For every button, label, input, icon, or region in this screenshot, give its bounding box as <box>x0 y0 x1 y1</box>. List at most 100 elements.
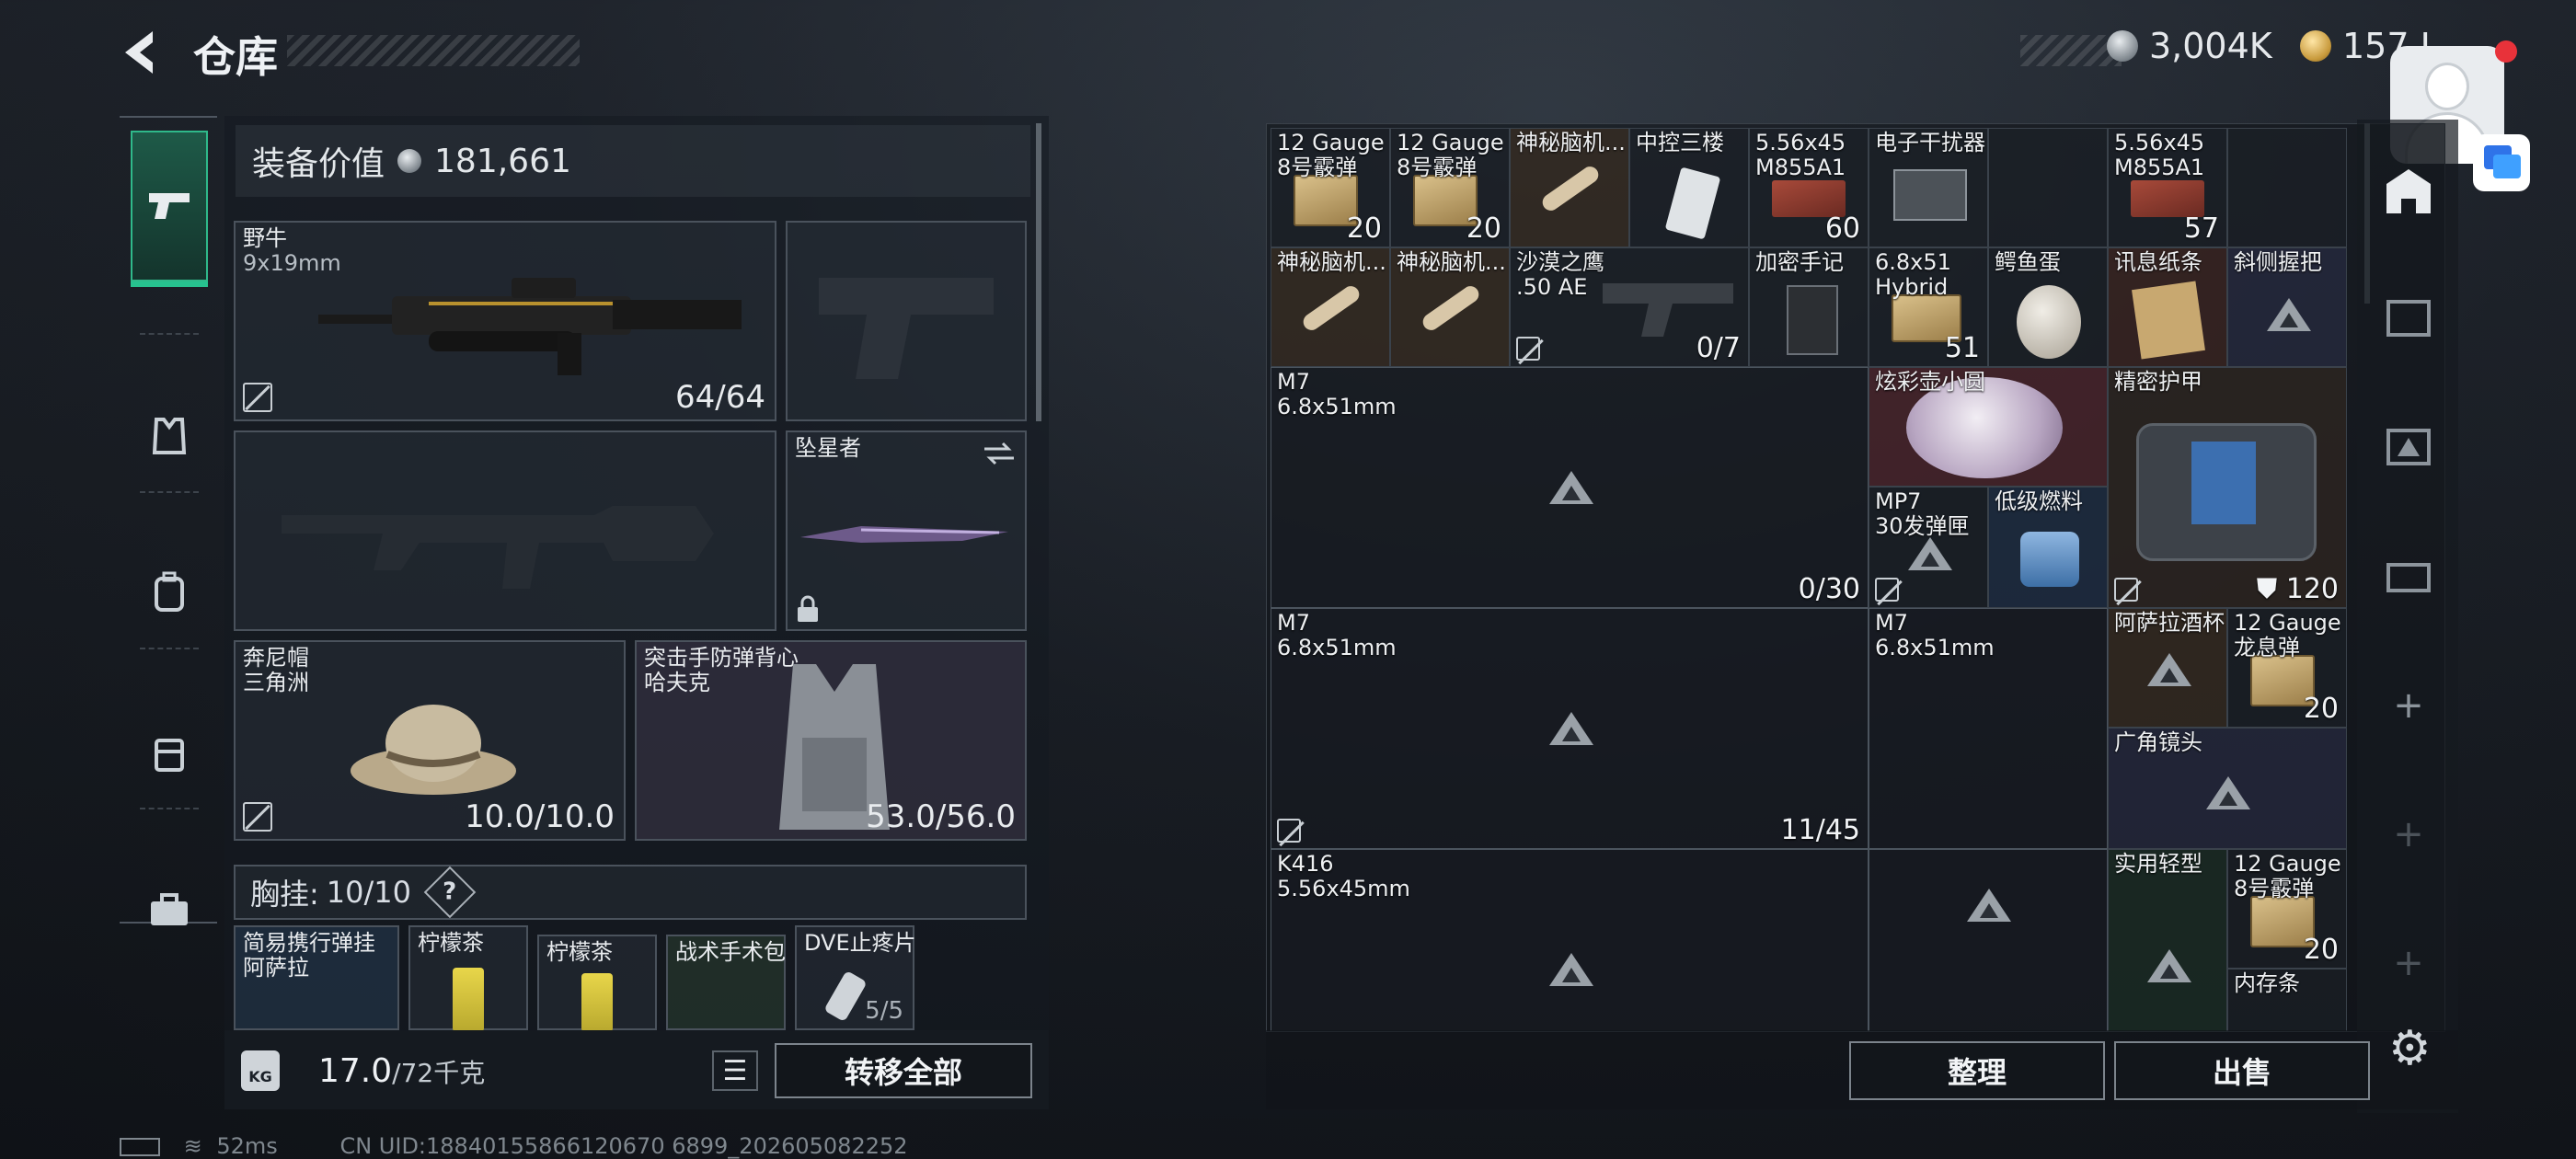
grid-item[interactable]: M7 6.8x51mm 11/45 <box>1271 608 1869 849</box>
grid-item[interactable]: M7 6.8x51mm 0/30 <box>1271 367 1869 608</box>
silver-currency[interactable]: 3,004K <box>2107 26 2272 66</box>
grid-item[interactable]: 神秘脑机... <box>1510 128 1629 247</box>
add-tab-icon[interactable]: + <box>2383 684 2434 736</box>
placeholder-triangle-icon <box>2147 653 2191 686</box>
lock-icon <box>798 595 818 622</box>
brain-chip-image <box>1539 163 1602 214</box>
armor-slot[interactable]: 突击手防弹背心 哈夫克 53.0/56.0 <box>635 640 1027 841</box>
uid-text: CN UID:18840155866120670 6899_2026050822… <box>339 1133 908 1159</box>
grid-item[interactable]: 阿萨拉酒杯 <box>2108 608 2227 728</box>
empty-cell[interactable] <box>1988 128 2108 247</box>
grid-item[interactable]: 电子干扰器 <box>1869 128 1988 247</box>
grid-item[interactable]: 低级燃料 <box>1988 487 2108 608</box>
sell-button[interactable]: 出售 <box>2114 1041 2370 1100</box>
grid-item[interactable]: 中控三楼 <box>1629 128 1749 247</box>
help-icon[interactable]: ? <box>423 866 477 919</box>
page-title: 仓库 <box>193 32 278 82</box>
no-insure-icon <box>2114 578 2138 602</box>
grid-item[interactable]: 12 Gauge 8号霰弹 20 <box>2227 849 2347 969</box>
organize-button[interactable]: 整理 <box>1849 1041 2105 1100</box>
grid-item[interactable]: 广角镜头 <box>2108 728 2347 849</box>
chest-item-name: 简易携行弹挂 阿萨拉 <box>243 930 375 981</box>
no-insure-icon <box>243 383 272 412</box>
grid-item[interactable]: 5.56x45 M855A1 57 <box>2108 128 2227 247</box>
grid-item[interactable]: M7 6.8x51mm <box>1869 608 2108 849</box>
grid-item[interactable]: 实用轻型 <box>2108 849 2227 1031</box>
gold-coin-icon <box>2300 30 2331 62</box>
grid-item[interactable]: K416 5.56x45mm <box>1271 849 1869 1031</box>
grid-item[interactable]: 5.56x45 M855A1 60 <box>1749 128 1869 247</box>
grid-item[interactable]: 12 Gauge 8号霰弹 20 <box>1271 128 1390 247</box>
chest-item-name: DVE止疼片 <box>804 930 916 956</box>
gear-icon[interactable]: ⚙ <box>2388 1021 2440 1076</box>
placeholder-triangle-icon <box>1549 712 1593 745</box>
nav-case[interactable] <box>131 872 208 949</box>
melee-slot[interactable]: 坠星者 <box>786 430 1027 631</box>
equipment-value-label: 装备价值 <box>252 145 385 183</box>
storage-tab-1-icon[interactable] <box>2383 291 2434 342</box>
grid-item[interactable]: 鳄鱼蛋 <box>1988 247 2108 367</box>
jammer-image <box>1893 169 1967 221</box>
fuel-can-image <box>2020 532 2079 587</box>
grid-item[interactable]: 12 Gauge 龙息弹 20 <box>2227 608 2347 728</box>
placeholder-triangle-icon <box>2267 298 2311 331</box>
chat-icon[interactable] <box>2473 134 2530 191</box>
back-icon[interactable] <box>118 28 164 77</box>
nav-pouch[interactable] <box>131 714 208 791</box>
primary-weapon-name: 野牛 <box>243 225 287 251</box>
knife-image <box>800 526 1008 543</box>
nav-weapons[interactable] <box>131 131 208 281</box>
storage-tab-3-icon[interactable] <box>2383 548 2434 600</box>
placeholder-triangle-icon <box>1967 889 2011 922</box>
secondary-weapon-slot[interactable] <box>234 430 776 631</box>
grid-item[interactable]: 精密护甲 ⛊ 120 <box>2108 367 2347 608</box>
add-tab-icon[interactable]: + <box>2383 813 2434 865</box>
egg-image <box>2017 285 2081 359</box>
transfer-all-button[interactable]: 转移全部 <box>775 1043 1032 1098</box>
notification-dot <box>2495 40 2517 63</box>
grid-item[interactable]: 加密手记 <box>1749 247 1869 367</box>
grid-item[interactable]: 12 Gauge 8号霰弹 20 <box>1390 128 1510 247</box>
drink-can-image <box>581 973 613 1032</box>
grid-item[interactable]: 6.8x51 Hybrid 51 <box>1869 247 1988 367</box>
backpack-icon <box>155 571 184 612</box>
keycard-image <box>1664 166 1721 240</box>
storage-tab-2-icon[interactable] <box>2383 419 2434 471</box>
nav-armor[interactable] <box>131 397 208 475</box>
helmet-slot[interactable]: 奔尼帽 三角洲 10.0/10.0 <box>234 640 626 841</box>
grid-item[interactable]: 神秘脑机... <box>1390 247 1510 367</box>
armor-bag-durability: ⛊ 120 <box>2256 573 2339 605</box>
grid-item[interactable]: MP7 30发弹匣 <box>1869 487 1988 608</box>
chest-item[interactable]: 简易携行弹挂 阿萨拉 <box>234 925 399 1030</box>
chest-item[interactable]: 柠檬茶 <box>537 935 657 1032</box>
primary-weapon-slot[interactable]: 野牛 9x19mm 64/64 <box>234 221 776 421</box>
placeholder-triangle-icon <box>1908 537 1952 570</box>
vest-icon <box>152 418 187 454</box>
grid-item[interactable]: 斜侧握把 <box>2227 247 2347 367</box>
empty-cell[interactable] <box>1869 849 2108 1031</box>
grid-item[interactable]: 神秘脑机... <box>1271 247 1390 367</box>
nav-backpack[interactable] <box>131 554 208 631</box>
ping-value: 52ms <box>216 1133 278 1159</box>
melee-name: 坠星者 <box>795 435 861 461</box>
grid-item[interactable]: 讯息纸条 <box>2108 247 2227 367</box>
add-tab-icon[interactable]: + <box>2383 942 2434 993</box>
chest-item[interactable]: DVE止疼片 5/5 <box>795 925 916 1030</box>
no-insure-icon <box>1875 578 1899 602</box>
chest-item[interactable]: 战术手术包 <box>666 935 786 1030</box>
helmet-name: 奔尼帽 三角洲 <box>243 645 309 695</box>
grid-item[interactable]: 内存条 <box>2227 969 2347 1031</box>
chest-item[interactable]: 柠檬茶 <box>408 925 528 1032</box>
equipment-scrollbar[interactable] <box>1036 123 1041 421</box>
pistol-slot[interactable] <box>786 221 1027 421</box>
grid-item[interactable]: 沙漠之鹰 .50 AE 0/7 <box>1510 247 1749 367</box>
grid-item[interactable]: 炫彩壶小圆 <box>1869 367 2108 487</box>
equipment-nav <box>120 116 217 925</box>
list-icon[interactable]: ☰ <box>712 1050 758 1091</box>
swap-icon[interactable] <box>981 440 1018 467</box>
silver-coin-icon <box>397 149 422 173</box>
storage-home-icon[interactable] <box>2383 166 2434 217</box>
chest-rig-value: 10/10 <box>326 875 412 910</box>
empty-cell[interactable] <box>2227 128 2347 247</box>
helmet-durability: 10.0/10.0 <box>465 798 615 835</box>
